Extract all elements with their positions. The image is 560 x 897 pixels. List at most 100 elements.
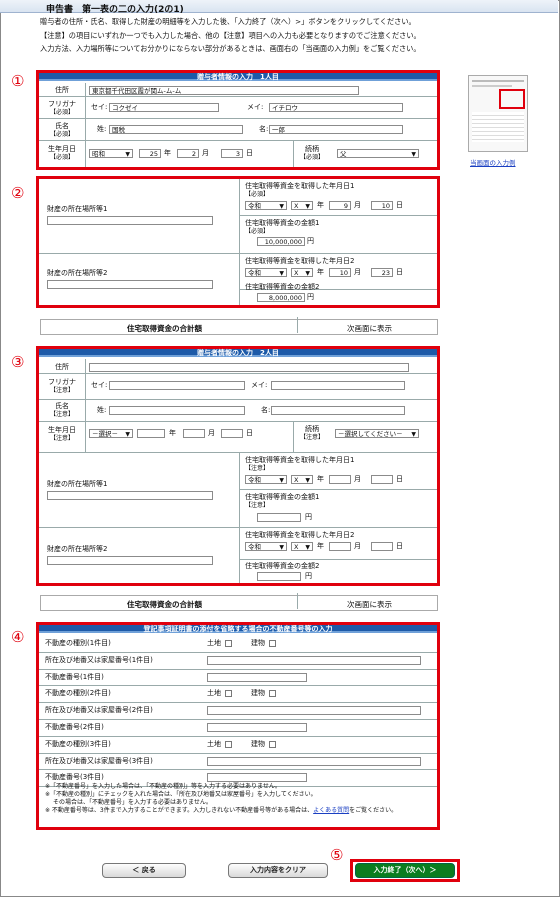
acq-date1-month-input[interactable]: 9 xyxy=(329,201,351,210)
acq-date2-month-input[interactable]: 10 xyxy=(329,268,351,277)
property-location1-input[interactable] xyxy=(47,216,213,225)
finish-button[interactable]: 入力終了（次へ）＞ xyxy=(355,863,455,878)
donor2-birth-era-select[interactable]: －選択－ ▼ xyxy=(89,429,133,438)
yen-label: 円 xyxy=(305,572,312,580)
marker-5: ⑤ xyxy=(330,846,344,864)
surname-input[interactable]: 国税 xyxy=(109,125,243,134)
building-checkbox[interactable] xyxy=(269,640,276,647)
attention-label: 【注意】 xyxy=(49,411,74,418)
donor2-acq-date1-era-select[interactable]: 令和 ▼ xyxy=(245,475,287,484)
acq-date1-day-input[interactable]: 10 xyxy=(371,201,393,210)
address-input[interactable]: 東京都千代田区霞が関ム-ム-ム xyxy=(89,86,359,95)
marker-3: ③ xyxy=(11,353,25,371)
acq-date2-era-select[interactable]: 令和 ▼ xyxy=(245,268,287,277)
donor2-acq-date2-day-input[interactable] xyxy=(371,542,393,551)
day-label: 日 xyxy=(396,268,403,276)
acq-amount1-input[interactable]: 10,000,000 xyxy=(257,237,305,246)
acq-date2-year-select[interactable]: X ▼ xyxy=(291,268,313,277)
donor2-mei-input[interactable] xyxy=(271,381,405,390)
given-name-label: 名: xyxy=(259,125,269,133)
realestate-number-input[interactable] xyxy=(207,773,307,783)
total-label: 住宅取得資金の合計額 xyxy=(127,600,202,609)
marker-2: ② xyxy=(11,184,25,202)
donor2-birth-day-input[interactable] xyxy=(221,429,243,438)
acq-date1-era-select[interactable]: 令和 ▼ xyxy=(245,201,287,210)
donor2-birth-month-input[interactable] xyxy=(183,429,205,438)
realestate-number-input[interactable] xyxy=(207,672,307,682)
property-location1-label: 財産の所在場所等1 xyxy=(47,480,108,488)
birth-day-input[interactable]: 3 xyxy=(221,149,243,158)
realestate-row-label: 不動産番号(1件目) xyxy=(45,672,104,681)
donor2-acq-date2-month-input[interactable] xyxy=(329,542,351,551)
property-location2-input[interactable] xyxy=(47,280,213,289)
donor2-acq-date2-year-select[interactable]: X ▼ xyxy=(291,542,313,551)
example-link[interactable]: 当画面の入力例 xyxy=(470,157,516,167)
faq-link[interactable]: よくある質問 xyxy=(313,807,349,814)
day-label: 日 xyxy=(396,475,403,483)
donor2-property-location2-input[interactable] xyxy=(47,556,213,565)
row-divider xyxy=(39,769,437,771)
donor2-acq-date2-era-select[interactable]: 令和 ▼ xyxy=(245,542,287,551)
realestate-row-label: 不動産の種別(3件目) xyxy=(45,739,111,748)
attention-label: 【注意】 xyxy=(245,502,270,509)
realestate-notes: ※「不動産番号」を入力した場合は、「不動産の種別」等を入力する必要はありません。… xyxy=(45,783,435,815)
month-label: 月 xyxy=(202,149,209,157)
realestate-row-label: 不動産番号(3件目) xyxy=(45,773,104,782)
note-line: その場合は、「不動産番号」を入力する必要はありません。 xyxy=(53,799,212,806)
example-thumbnail[interactable] xyxy=(468,75,528,152)
donor2-acq-date1-day-input[interactable] xyxy=(371,475,393,484)
required-label: 【必須】 xyxy=(299,154,324,161)
building-checkbox[interactable] xyxy=(269,690,276,698)
total-row-1: 住宅取得資金の合計額 次画面に表示 xyxy=(40,317,438,335)
location-number-input[interactable] xyxy=(207,655,421,665)
year-label: 年 xyxy=(317,268,324,276)
row-divider xyxy=(39,735,437,737)
realestate-title: 登記事項証明書の添付を省略する場合の不動産番号等の入力 xyxy=(39,625,437,633)
clear-button[interactable]: 入力内容をクリア xyxy=(228,863,328,878)
donor2-birth-year-input[interactable] xyxy=(137,429,165,438)
property-location2-label: 財産の所在場所等2 xyxy=(47,269,108,277)
sei-input[interactable]: コクゼイ xyxy=(109,103,219,112)
birth-month-input[interactable]: 2 xyxy=(177,149,199,158)
birth-era-select[interactable]: 昭和 ▼ xyxy=(89,149,133,158)
required-label: 【必須】 xyxy=(49,109,74,116)
donor2-acq-amount1-input[interactable] xyxy=(257,513,301,522)
donor2-acq-date1-month-input[interactable] xyxy=(329,475,351,484)
land-checkbox[interactable] xyxy=(225,690,232,698)
attention-label: 【注意】 xyxy=(245,465,270,472)
donor2-given-name-input[interactable] xyxy=(271,406,405,415)
birth-year-input[interactable]: 25 xyxy=(139,149,161,158)
donor2-surname-input[interactable] xyxy=(109,406,245,415)
donor2-acq-amount2-input[interactable] xyxy=(257,572,301,581)
realestate-box: 登記事項証明書の添付を省略する場合の不動産番号等の入力 不動産の種別(1件目) 土… xyxy=(36,622,440,830)
acq-date1-year-select[interactable]: X ▼ xyxy=(291,201,313,210)
donor2-property-location1-input[interactable] xyxy=(47,491,213,500)
intro-line: 入力方法、入力場所等についてお分かりにならない部分があるときは、画面右の「当画面… xyxy=(40,44,421,53)
intro-line: 【注意】の項目にいずれか一つでも入力した場合、他の【注意】項目への入力も必要とな… xyxy=(40,30,421,40)
land-checkbox[interactable] xyxy=(225,640,232,647)
donor2-sei-input[interactable] xyxy=(109,381,245,390)
mei-label: メイ: xyxy=(247,103,264,111)
mei-input[interactable]: イチロウ xyxy=(269,103,403,112)
donor2-relation-select[interactable]: －選択してください－ ▼ xyxy=(335,429,419,438)
sei-label: セイ: xyxy=(91,103,108,111)
property-location1-label: 財産の所在場所等1 xyxy=(47,205,108,213)
donor1-property-box: 財産の所在場所等1 住宅取得等資金を取得した年月日1 【必須】 令和 ▼ X ▼ 年… xyxy=(36,176,440,308)
day-label: 日 xyxy=(396,201,403,209)
back-button[interactable]: ＜ 戻る xyxy=(102,863,186,878)
building-checkbox[interactable] xyxy=(269,740,276,748)
given-name-input[interactable]: 一郎 xyxy=(269,125,403,134)
land-checkbox[interactable] xyxy=(225,740,232,748)
year-label: 年 xyxy=(317,542,324,550)
realestate-number-input[interactable] xyxy=(207,723,307,732)
donor2-address-input[interactable] xyxy=(89,363,409,372)
yen-label: 円 xyxy=(307,293,314,301)
relation-select[interactable]: 父 ▼ xyxy=(337,149,419,158)
acq-date2-label: 住宅取得等資金を取得した年月日2 xyxy=(245,531,355,539)
location-number-input[interactable] xyxy=(207,706,421,716)
donor2-acq-date1-year-select[interactable]: X ▼ xyxy=(291,475,313,484)
acq-amount2-input[interactable]: 8,000,000 xyxy=(257,293,305,302)
acq-date2-day-input[interactable]: 23 xyxy=(371,268,393,277)
location-number-input[interactable] xyxy=(207,756,421,766)
yen-label: 円 xyxy=(305,513,312,521)
